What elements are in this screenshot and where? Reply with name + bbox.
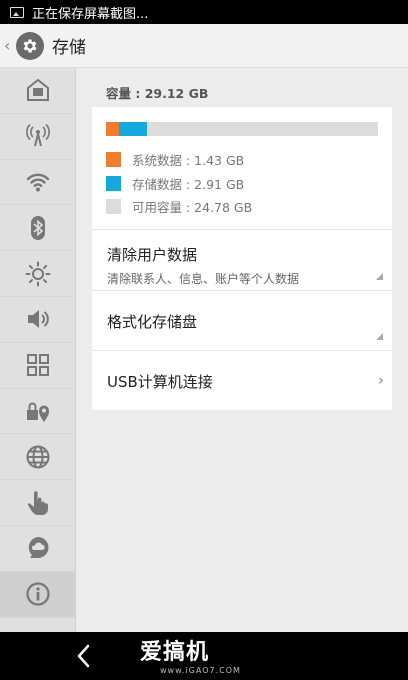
sidebar-item-home[interactable] — [0, 68, 76, 114]
storage-card: 系统数据 : 1.43 GB 存储数据 : 2.91 GB 可用容量 : 24.… — [92, 107, 392, 410]
legend-label: 存储数据 : 2.91 GB — [132, 176, 245, 192]
legend-swatch — [106, 199, 121, 215]
globe-icon — [26, 445, 50, 469]
nav-back-icon[interactable] — [74, 642, 94, 670]
format-storage-item[interactable]: 格式化存储盘 — [92, 289, 392, 350]
clear-user-data-title: 清除用户数据 — [107, 245, 198, 264]
legend-swatch — [106, 152, 121, 168]
apps-grid-icon — [27, 354, 49, 377]
legend-label: 可用容量 : 24.78 GB — [132, 200, 253, 216]
storage-panel: 容量 : 29.12 GB 系统数据 : 1.43 GB 存储数据 : 2.91… — [76, 68, 408, 632]
navigation-bar: 爱搞机 www.iGAO7.COM — [0, 632, 408, 680]
legend-item: 存储数据 : 2.91 GB — [106, 172, 392, 196]
sidebar-item-bluetooth[interactable] — [0, 205, 76, 252]
sidebar-item-language[interactable] — [0, 434, 76, 481]
lock-location-icon — [27, 402, 49, 422]
watermark: 爱搞机 www.iGAO7.COM — [140, 634, 241, 675]
usage-segment-system — [106, 122, 120, 136]
action-bar: ‹ 存储 — [0, 24, 408, 68]
settings-gear-icon[interactable] — [16, 31, 44, 60]
antenna-icon — [26, 124, 50, 147]
back-caret-icon[interactable]: ‹ — [4, 36, 14, 55]
sidebar-item-apps[interactable] — [0, 343, 76, 389]
chevron-right-icon: › — [378, 370, 384, 389]
screenshot-icon — [10, 6, 24, 18]
legend-swatch — [106, 175, 121, 191]
status-text: 正在保存屏幕截图... — [32, 6, 149, 22]
bluetooth-icon — [31, 215, 45, 240]
legend-label: 系统数据 : 1.43 GB — [132, 153, 245, 169]
home-icon — [27, 79, 49, 102]
sidebar-item-sound[interactable] — [0, 297, 76, 343]
corner-indicator-icon — [376, 272, 383, 280]
usage-segment-storage — [119, 122, 147, 136]
capacity-label: 容量 : 29.12 GB — [106, 86, 209, 101]
legend-item: 可用容量 : 24.78 GB — [106, 195, 392, 219]
storage-usage-bar — [106, 122, 378, 136]
clear-user-data-item[interactable]: 清除用户数据 清除联系人、信息、账户等个人数据 — [92, 228, 392, 290]
info-icon — [26, 582, 50, 606]
usb-connection-item[interactable]: USB计算机连接 › — [92, 349, 392, 410]
sidebar-item-security-location[interactable] — [0, 389, 76, 435]
sidebar-item-cloud[interactable] — [0, 526, 76, 572]
hand-pointer-icon — [27, 490, 48, 515]
sidebar-item-display[interactable] — [0, 251, 76, 297]
status-bar: 正在保存屏幕截图... — [0, 0, 408, 24]
page-title: 存储 — [52, 38, 86, 58]
corner-indicator-icon — [376, 332, 383, 340]
sidebar-item-mobile-network[interactable] — [0, 114, 76, 160]
watermark-name: 爱搞机 — [140, 640, 210, 665]
settings-sidebar — [0, 68, 76, 632]
sidebar-item-gestures[interactable] — [0, 480, 76, 526]
cloud-chat-icon — [28, 537, 49, 559]
watermark-url: www.iGAO7.COM — [160, 666, 241, 675]
clear-user-data-subtitle: 清除联系人、信息、账户等个人数据 — [107, 271, 300, 286]
sidebar-item-wifi[interactable] — [0, 160, 76, 206]
brightness-icon — [25, 261, 51, 287]
legend-item: 系统数据 : 1.43 GB — [106, 148, 392, 172]
volume-icon — [28, 310, 49, 329]
wifi-icon — [26, 173, 50, 192]
format-storage-title: 格式化存储盘 — [107, 312, 198, 331]
sidebar-item-about[interactable] — [0, 571, 76, 618]
usage-legend: 系统数据 : 1.43 GB 存储数据 : 2.91 GB 可用容量 : 24.… — [92, 136, 392, 229]
usb-connection-title: USB计算机连接 — [107, 372, 213, 391]
